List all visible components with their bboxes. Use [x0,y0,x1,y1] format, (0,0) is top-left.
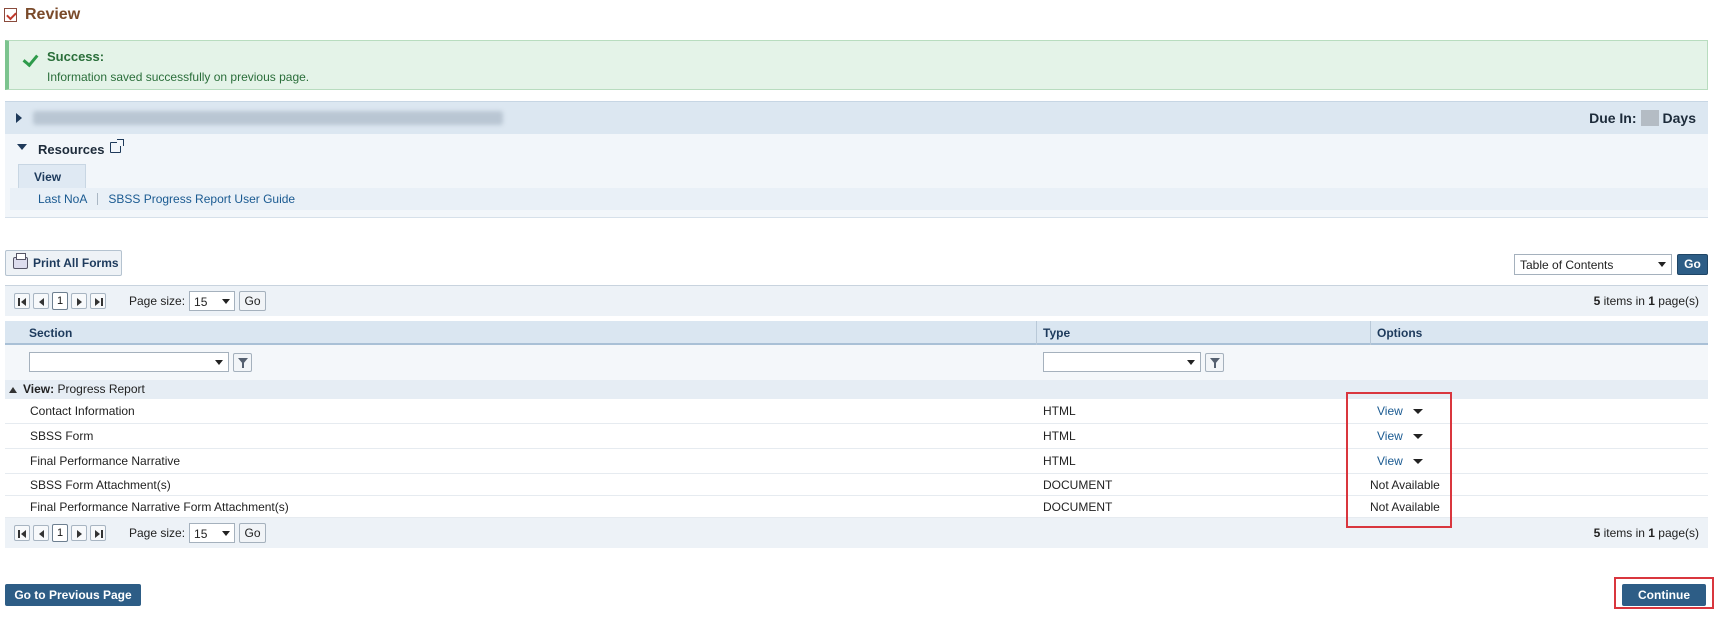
page-size-value: 15 [194,527,208,541]
type-cell: HTML [1043,454,1076,468]
prev-page-icon-button[interactable] [33,525,49,541]
toc-go-button[interactable]: Go [1677,254,1708,275]
section-cell: Final Performance Narrative Form Attachm… [30,500,289,514]
first-page-button[interactable] [14,525,30,541]
pager-info: 5 items in 1 page(s) [1593,526,1699,540]
next-page-icon-button[interactable] [71,525,87,541]
current-page-number[interactable]: 1 [52,524,68,542]
pager-info: 5 items in 1 page(s) [1593,294,1699,308]
collapse-caret-icon[interactable] [17,144,27,150]
type-filter-select[interactable] [1043,352,1201,372]
redacted-grant-title [33,111,503,125]
checkmark-icon [23,52,38,67]
success-message-box: Success: Information saved successfully … [5,40,1708,90]
group-row[interactable]: View: Progress Report [5,380,1708,399]
collapse-group-icon[interactable] [9,387,17,393]
review-icon [4,8,17,22]
group-label: View: Progress Report [23,382,145,396]
tab-view[interactable]: View [18,164,86,188]
table-of-contents-select[interactable]: Table of Contents [1514,254,1672,275]
type-filter-icon[interactable] [1205,353,1224,372]
last-page-button[interactable] [90,293,106,309]
group-key: View: [23,382,55,396]
user-guide-link[interactable]: SBSS Progress Report User Guide [108,192,295,206]
go-to-previous-page-button[interactable]: Go to Previous Page [5,584,141,606]
page-title: Review [25,6,81,23]
print-label: Print All Forms [33,256,119,270]
page-size-select[interactable]: 15 [189,523,236,543]
items-count: 5 [1593,294,1601,308]
grid-header: Section Type Options [5,321,1708,345]
pages-count: 1 [1648,294,1655,308]
printer-icon [13,253,28,269]
chevron-down-icon [222,299,231,304]
section-cell: Contact Information [30,404,135,418]
table-row: Final Performance Narrative HTML View [5,449,1708,474]
section-filter-icon[interactable] [233,353,252,372]
type-cell: DOCUMENT [1043,478,1113,492]
options-highlight-box [1346,392,1452,528]
due-in-indicator: Due In: Days [1589,110,1696,126]
expand-caret-icon[interactable] [16,113,22,123]
page-size-go-button[interactable]: Go [239,523,267,543]
page-header: Review [4,4,80,26]
page-size-value: 15 [194,295,208,309]
table-row: SBSS Form HTML View [5,424,1708,449]
resources-panel: Resources View Last NoA SBSS Progress Re… [5,134,1708,218]
pages-count: 1 [1648,526,1655,540]
section-cell: SBSS Form Attachment(s) [30,478,171,492]
chevron-down-icon [222,531,231,536]
table-row: SBSS Form Attachment(s) DOCUMENT Not Ava… [5,474,1708,496]
page-size-label: Page size: [129,294,186,308]
table-row: Contact Information HTML View [5,399,1708,424]
prev-page-icon-button[interactable] [33,293,49,309]
print-all-forms-button[interactable]: Print All Forms [5,250,122,276]
resources-label[interactable]: Resources [38,142,104,157]
table-row: Final Performance Narrative Form Attachm… [5,496,1708,518]
section-filter-select[interactable] [29,352,229,372]
column-header-section[interactable]: Section [29,326,72,340]
last-noa-link[interactable]: Last NoA [38,192,87,206]
section-cell: Final Performance Narrative [30,454,181,468]
bottom-pager: 1 Page size: 15 Go 5 items in 1 page(s) [5,518,1708,548]
chevron-down-icon [215,360,223,365]
chevron-down-icon [1187,360,1195,365]
column-divider [1036,321,1037,345]
grant-info-bar[interactable]: Due In: Days [5,101,1708,134]
link-separator [97,193,99,205]
section-cell: SBSS Form [30,429,94,443]
column-header-type[interactable]: Type [1043,326,1070,340]
last-page-button[interactable] [90,525,106,541]
top-pager: 1 Page size: 15 Go 5 items in 1 page(s) [5,286,1708,316]
continue-button[interactable]: Continue [1622,584,1706,606]
column-divider [1370,321,1371,345]
page-size-go-button[interactable]: Go [239,291,267,311]
redacted-days-value [1640,110,1659,126]
chevron-down-icon [1658,262,1666,267]
first-page-button[interactable] [14,293,30,309]
type-cell: HTML [1043,429,1076,443]
next-page-icon-button[interactable] [71,293,87,309]
toc-selected-value: Table of Contents [1520,258,1614,272]
group-value: Progress Report [57,382,145,396]
external-link-icon[interactable] [110,139,124,153]
filter-row [5,345,1708,380]
success-message: Information saved successfully on previo… [47,70,310,84]
due-unit: Days [1662,110,1696,126]
due-label: Due In: [1589,110,1637,126]
success-title: Success: [47,49,105,64]
current-page-number[interactable]: 1 [52,292,68,310]
type-cell: HTML [1043,404,1076,418]
resource-links: Last NoA SBSS Progress Report User Guide [10,188,1708,210]
type-cell: DOCUMENT [1043,500,1113,514]
page-size-select[interactable]: 15 [189,291,236,311]
page-size-label: Page size: [129,526,186,540]
column-header-options: Options [1377,326,1423,340]
items-count: 5 [1593,526,1601,540]
forms-grid: 1 Page size: 15 Go 5 items in 1 page(s) … [5,285,1708,561]
